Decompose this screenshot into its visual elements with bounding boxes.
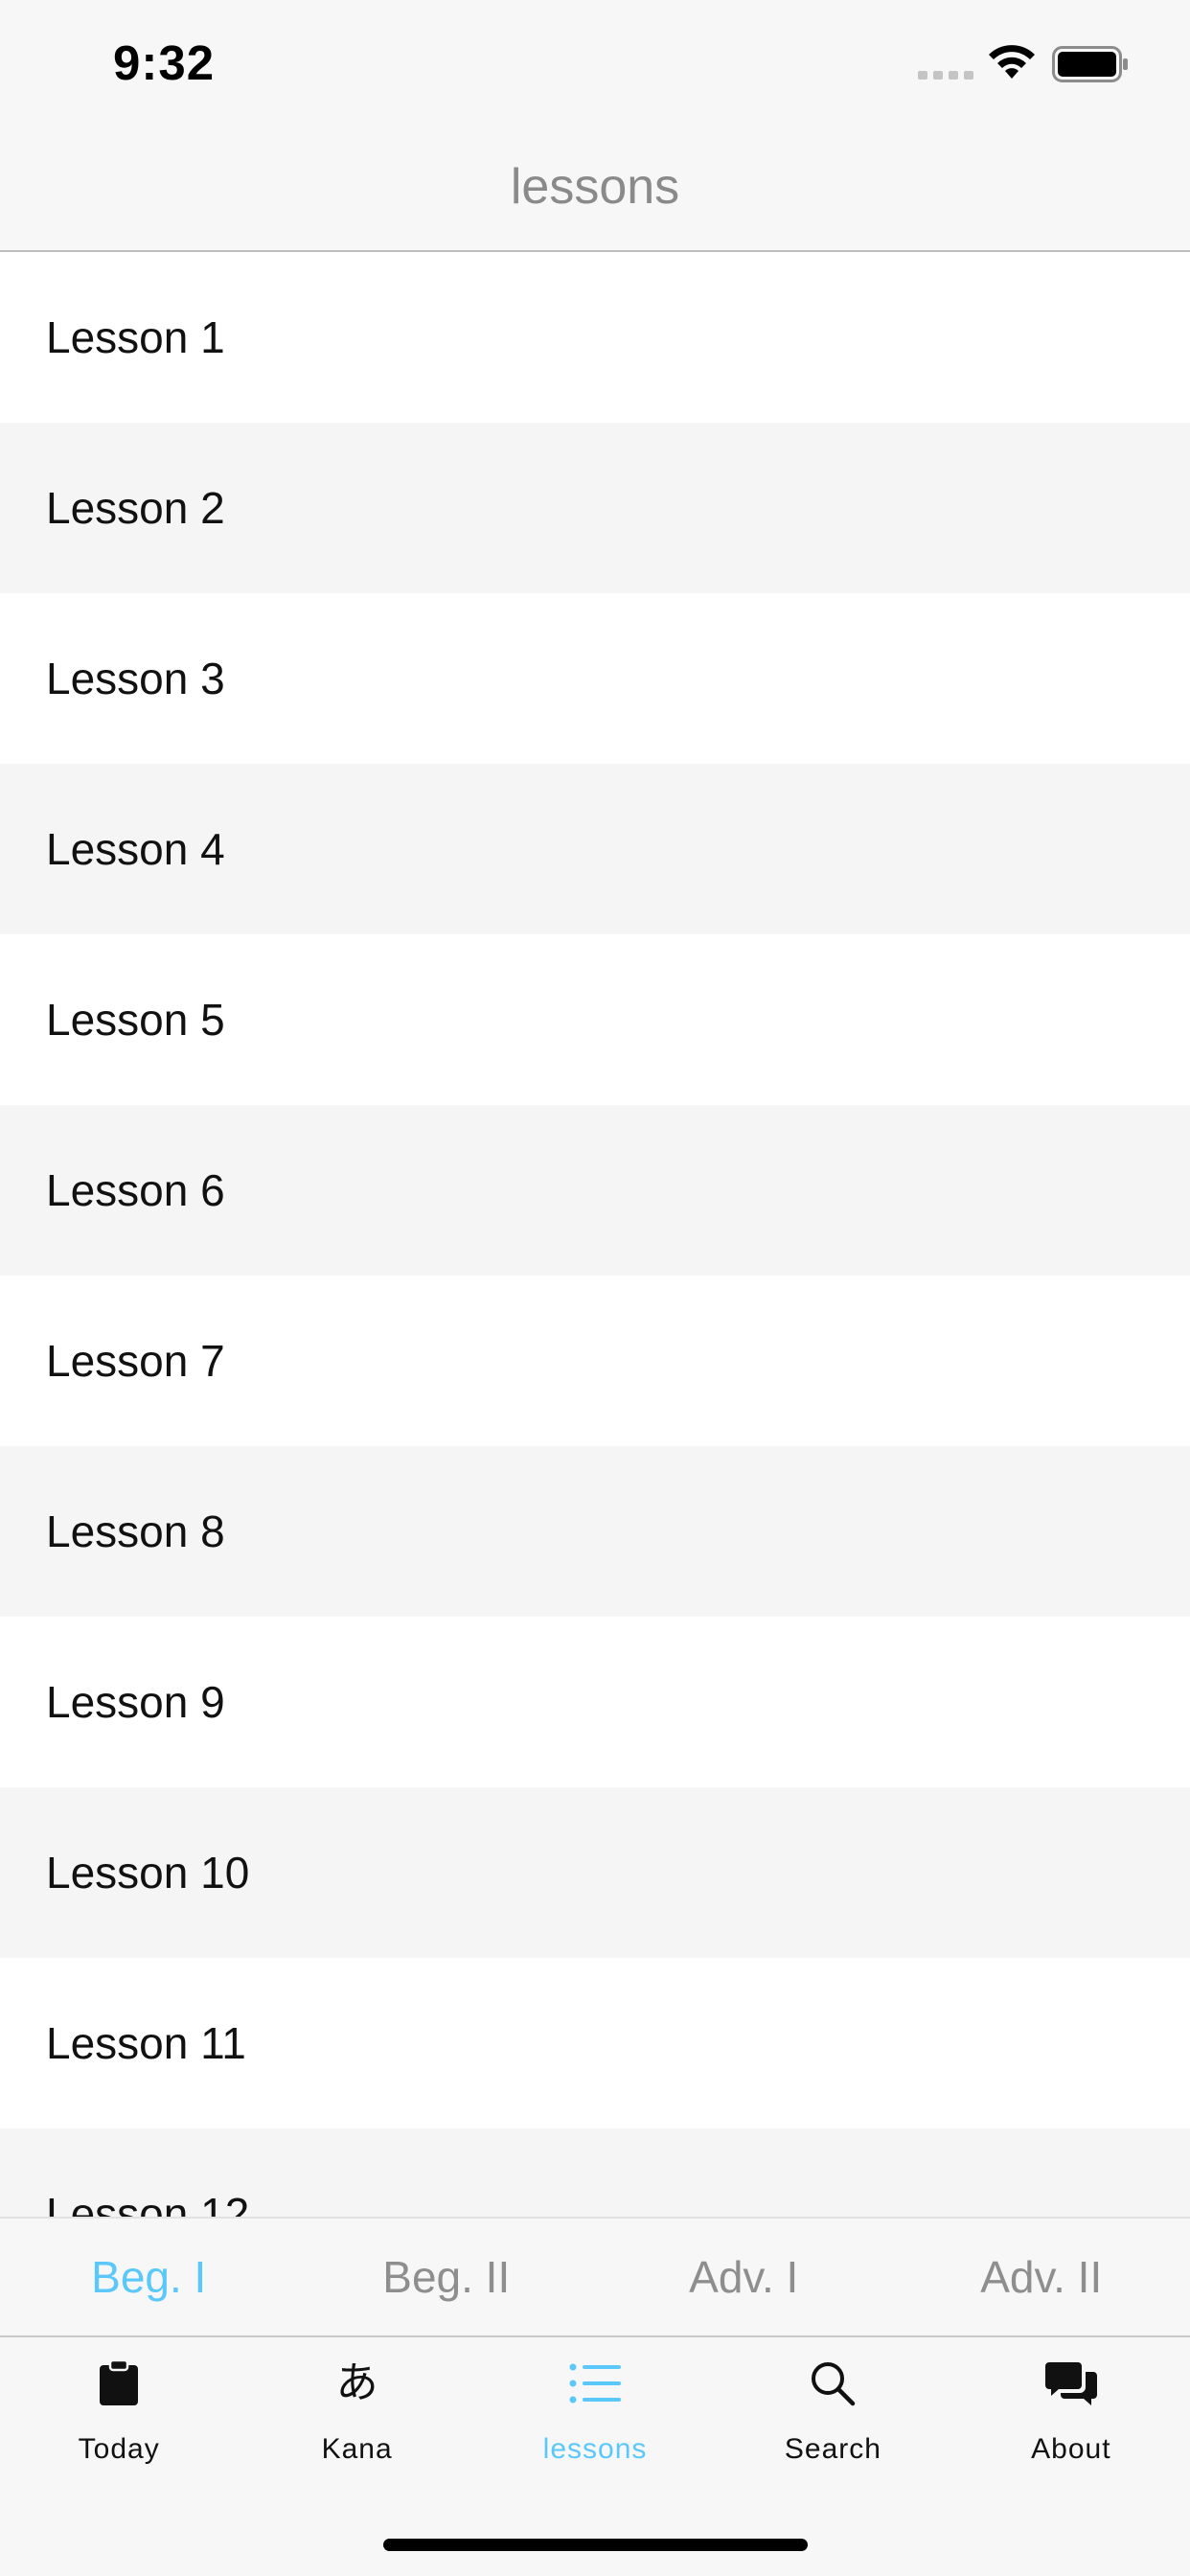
lesson-label: Lesson 8 — [46, 1506, 225, 1556]
wifi-icon — [989, 45, 1035, 79]
segment-adv-1[interactable]: Adv. I — [595, 2219, 893, 2335]
tab-label-kana: Kana — [321, 2433, 393, 2465]
lesson-row[interactable]: Lesson 8 — [0, 1446, 1190, 1617]
lesson-row[interactable]: Lesson 9 — [0, 1617, 1190, 1787]
tab-about[interactable]: About — [952, 2337, 1190, 2491]
tab-kana[interactable]: あ Kana — [238, 2337, 475, 2491]
kana-glyph: あ — [335, 2358, 378, 2407]
lesson-label: Lesson 6 — [46, 1165, 225, 1215]
clipboard-icon — [90, 2355, 148, 2412]
lesson-label: Lesson 2 — [46, 483, 225, 533]
tab-search[interactable]: Search — [714, 2337, 951, 2491]
lesson-row[interactable]: Lesson 3 — [0, 593, 1190, 764]
tab-label-about: About — [1031, 2433, 1111, 2465]
status-time: 9:32 — [113, 35, 216, 90]
lesson-row[interactable]: Lesson 12 — [0, 2128, 1190, 2217]
lesson-row[interactable]: Lesson 4 — [0, 764, 1190, 934]
lesson-label: Lesson 5 — [46, 995, 225, 1045]
lesson-list[interactable]: Lesson 1 Lesson 2 Lesson 3 Lesson 4 Less… — [0, 252, 1190, 2217]
page-title: lessons — [510, 159, 680, 215]
lesson-label: Lesson 10 — [46, 1848, 250, 1898]
lesson-row[interactable]: Lesson 1 — [0, 252, 1190, 423]
segment-adv-2[interactable]: Adv. II — [893, 2219, 1190, 2335]
lesson-row[interactable]: Lesson 10 — [0, 1787, 1190, 1958]
tab-label-today: Today — [78, 2433, 160, 2465]
lesson-label: Lesson 3 — [46, 654, 225, 703]
tab-label-lessons: lessons — [542, 2433, 648, 2465]
tab-today[interactable]: Today — [0, 2337, 238, 2491]
level-segmented-control: Beg. I Beg. II Adv. I Adv. II — [0, 2217, 1190, 2337]
list-icon — [566, 2355, 624, 2412]
lesson-row[interactable]: Lesson 5 — [0, 934, 1190, 1105]
status-bar: 9:32 — [0, 0, 1190, 129]
kana-icon: あ — [329, 2355, 386, 2412]
lesson-row[interactable]: Lesson 2 — [0, 423, 1190, 593]
lesson-label: Lesson 4 — [46, 824, 225, 874]
lesson-label: Lesson 11 — [46, 2018, 246, 2068]
lesson-label: Lesson 1 — [46, 312, 225, 362]
segment-beg-2[interactable]: Beg. II — [298, 2219, 596, 2335]
lesson-label: Lesson 7 — [46, 1336, 225, 1386]
lesson-label: Lesson 12 — [46, 2189, 250, 2217]
search-icon — [804, 2355, 861, 2412]
lesson-row[interactable]: Lesson 7 — [0, 1276, 1190, 1446]
tab-label-search: Search — [784, 2433, 881, 2465]
navigation-bar: lessons — [0, 129, 1190, 252]
battery-icon — [1052, 46, 1128, 82]
chat-bubbles-icon — [1042, 2355, 1100, 2412]
cellular-signal-icon — [918, 71, 973, 80]
tab-lessons[interactable]: lessons — [476, 2337, 714, 2491]
home-indicator[interactable] — [383, 2539, 808, 2551]
lesson-label: Lesson 9 — [46, 1677, 225, 1727]
segment-beg-1[interactable]: Beg. I — [0, 2219, 298, 2335]
lesson-row[interactable]: Lesson 6 — [0, 1105, 1190, 1276]
lesson-row[interactable]: Lesson 11 — [0, 1958, 1190, 2128]
